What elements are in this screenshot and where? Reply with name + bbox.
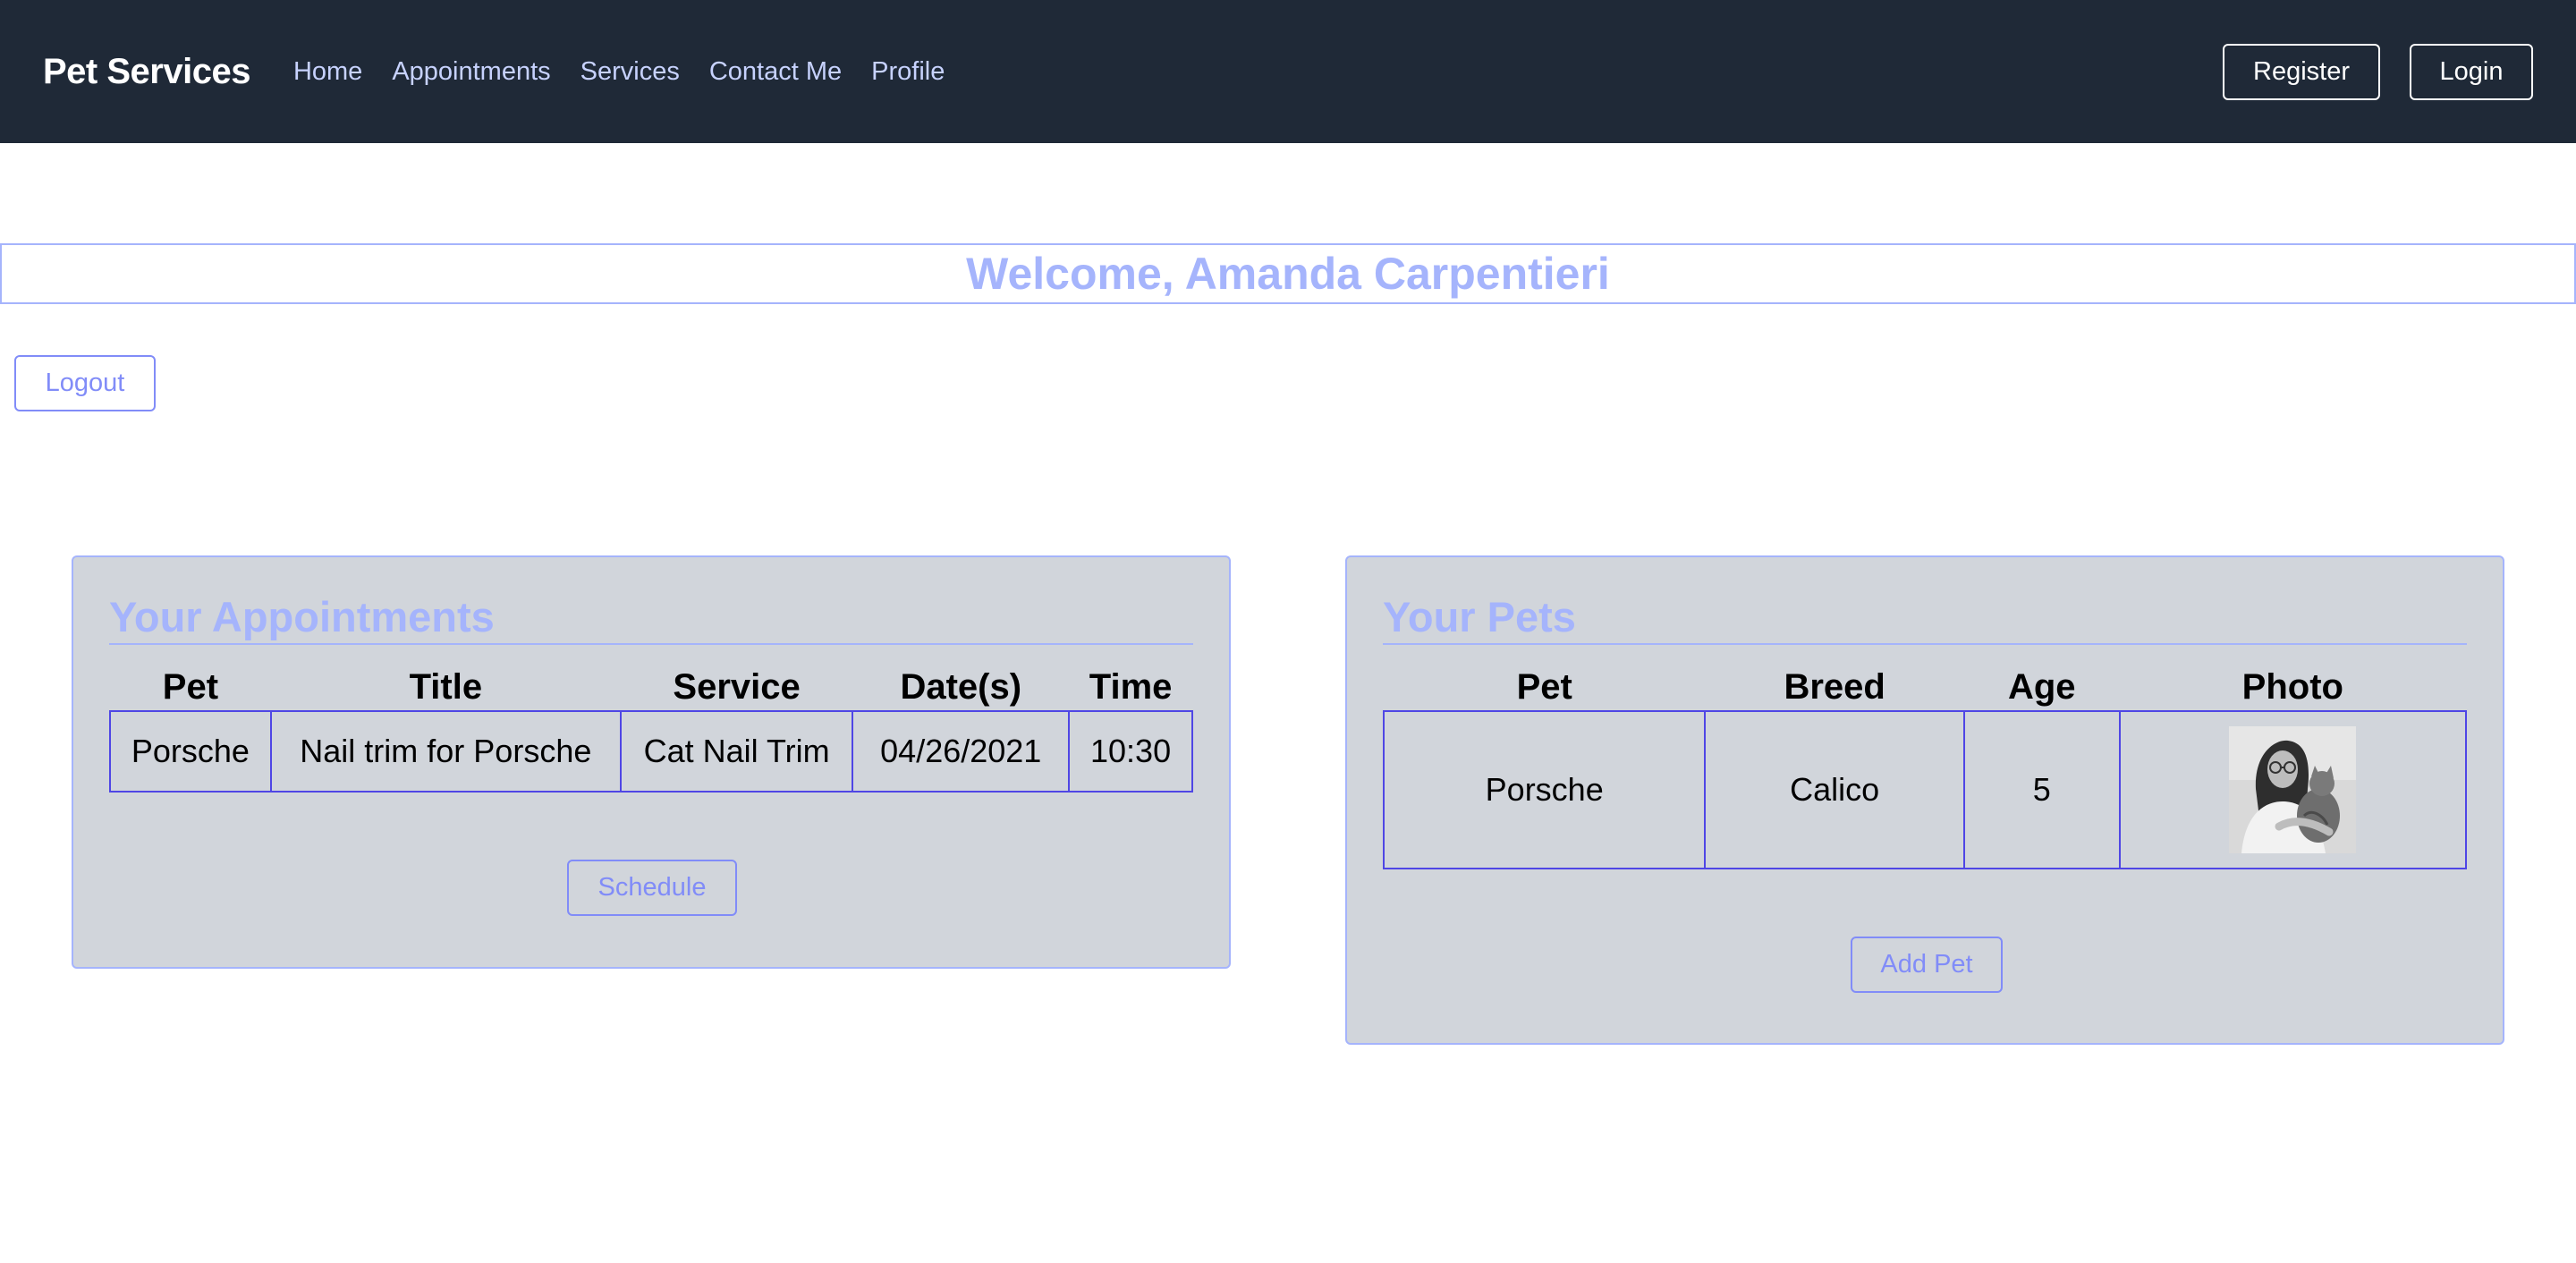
col-header-dates: Date(s): [900, 667, 1022, 707]
cell-pet: Porsche: [1382, 710, 1707, 869]
nav-links: Home Appointments Services Contact Me Pr…: [293, 57, 974, 87]
cell-time: 10:30: [1068, 710, 1193, 793]
add-pet-button[interactable]: Add Pet: [1851, 937, 2003, 993]
col-header-breed: Breed: [1784, 667, 1885, 707]
col-header-title: Title: [409, 667, 483, 707]
cell-service: Cat Nail Trim: [619, 710, 854, 793]
pet-photo: [2229, 726, 2357, 853]
pets-header-row: Pet Breed Age Photo: [1384, 665, 2466, 711]
pets-table: Pet Breed Age Photo Porsche Calico 5: [1382, 665, 2468, 869]
cell-date: 04/26/2021: [852, 710, 1071, 793]
schedule-button[interactable]: Schedule: [567, 860, 737, 916]
nav-link-contact[interactable]: Contact Me: [709, 57, 842, 87]
pets-title: Your Pets: [1383, 595, 2467, 645]
appointments-header-row: Pet Title Service Date(s) Time: [110, 665, 1192, 711]
cell-breed: Calico: [1704, 710, 1965, 869]
col-header-time: Time: [1089, 667, 1173, 707]
appointments-table: Pet Title Service Date(s) Time Porsche N…: [109, 665, 1193, 793]
brand-logo[interactable]: Pet Services: [43, 52, 250, 92]
nav-link-services[interactable]: Services: [580, 57, 680, 87]
auth-buttons: Register Login: [2223, 44, 2533, 100]
register-button[interactable]: Register: [2223, 44, 2380, 100]
appointments-title: Your Appointments: [109, 595, 1193, 645]
nav-link-home[interactable]: Home: [293, 57, 362, 87]
cell-age: 5: [1962, 710, 2121, 869]
login-button[interactable]: Login: [2410, 44, 2533, 100]
navbar: Pet Services Home Appointments Services …: [0, 0, 2576, 143]
col-header-photo: Photo: [2241, 667, 2343, 707]
col-header-pet: Pet: [162, 667, 219, 707]
table-row: Porsche Calico 5: [1382, 710, 2468, 869]
appointments-card: Your Appointments Pet Title Service Date…: [72, 555, 1231, 969]
col-header-service: Service: [673, 667, 801, 707]
col-header-pet: Pet: [1516, 667, 1572, 707]
cell-title: Nail trim for Porsche: [269, 710, 622, 793]
table-row: Porsche Nail trim for Porsche Cat Nail T…: [109, 710, 1193, 793]
welcome-heading: Welcome, Amanda Carpentieri: [0, 243, 2576, 304]
nav-link-profile[interactable]: Profile: [871, 57, 945, 87]
cell-pet: Porsche: [109, 710, 272, 793]
col-header-age: Age: [2007, 667, 2076, 707]
logout-button[interactable]: Logout: [14, 355, 156, 411]
cell-photo: [2118, 710, 2468, 869]
nav-link-appointments[interactable]: Appointments: [392, 57, 550, 87]
pets-card: Your Pets Pet Breed Age Photo Porsche Ca…: [1345, 555, 2504, 1045]
